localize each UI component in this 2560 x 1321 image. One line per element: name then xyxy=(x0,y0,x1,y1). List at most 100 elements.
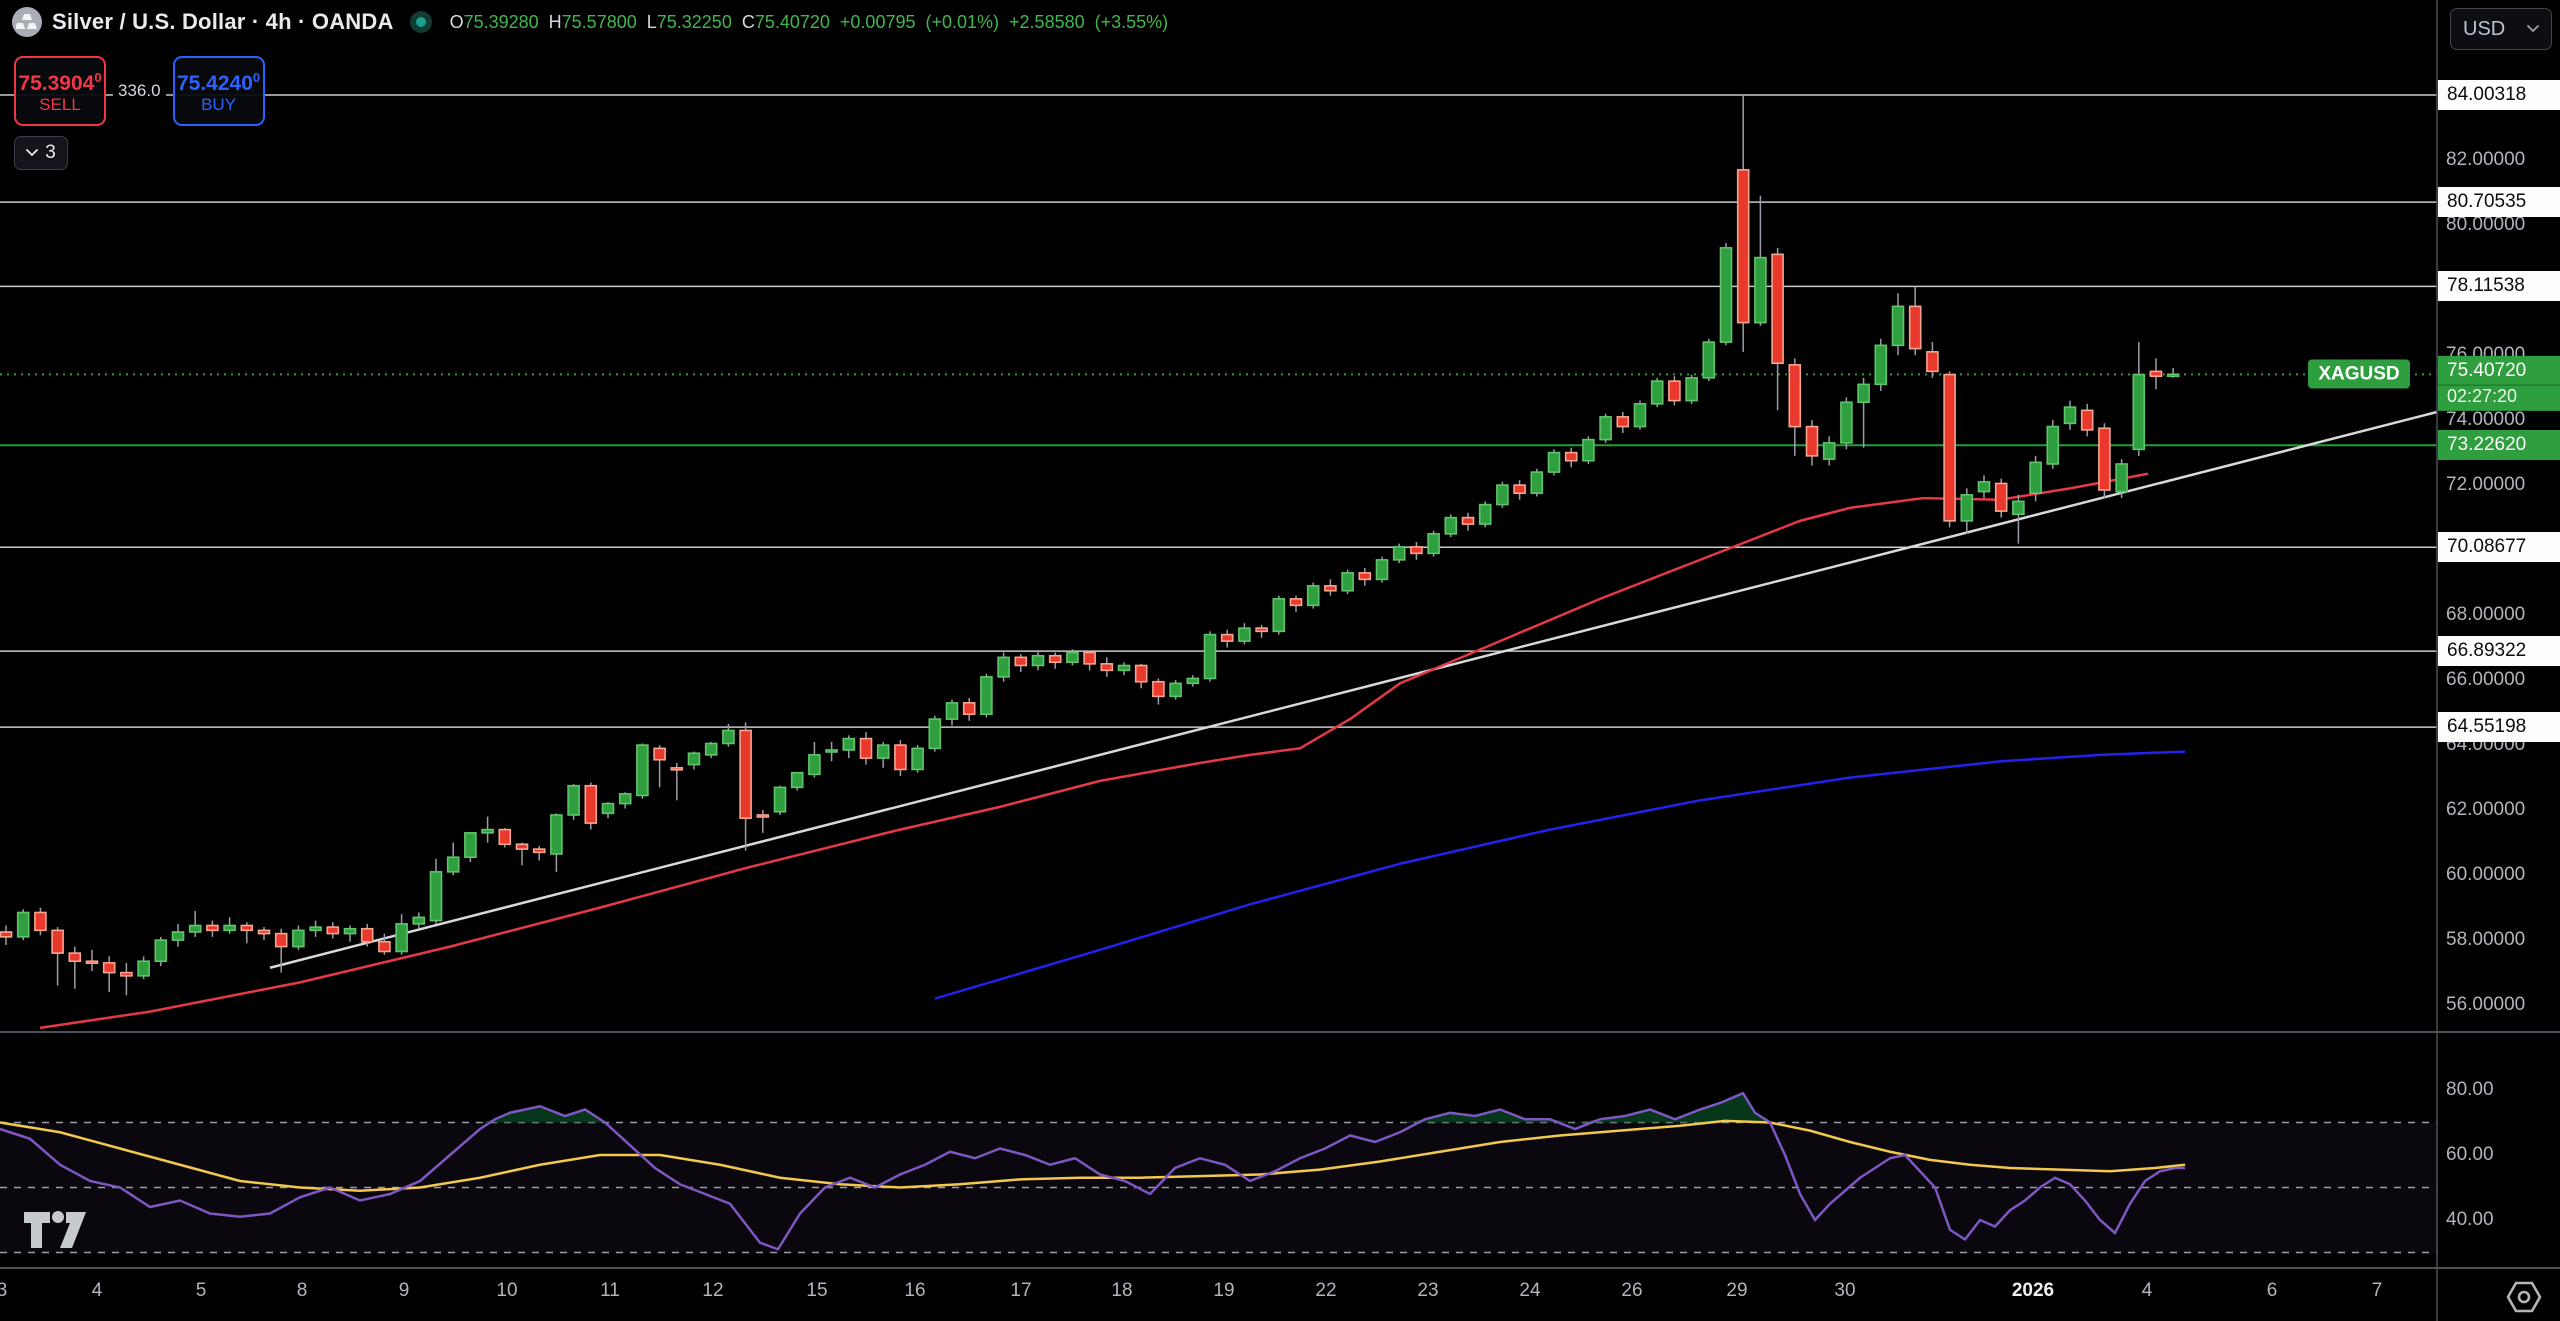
time-axis[interactable]: 3458910111215161718192223242629302026467 xyxy=(0,1268,2560,1321)
change-percent-period: (+3.55%) xyxy=(1095,12,1169,33)
candlestick xyxy=(1187,678,1198,683)
hexagon-settings-icon[interactable] xyxy=(2500,1278,2548,1316)
candlestick xyxy=(620,794,631,804)
candlestick xyxy=(947,703,958,719)
candlestick xyxy=(2099,428,2110,490)
candlestick xyxy=(104,963,115,973)
candlestick xyxy=(1875,345,1886,384)
price-tick-label: 74.00000 xyxy=(2446,409,2525,431)
candlestick xyxy=(1858,384,1869,402)
price-tick-label: 80.00000 xyxy=(2446,214,2525,236)
candlestick xyxy=(1067,652,1078,662)
candlestick xyxy=(775,787,786,811)
ma-blue-line[interactable] xyxy=(935,752,2185,999)
candlestick xyxy=(1635,404,1646,427)
candlestick xyxy=(1428,534,1439,554)
candlestick xyxy=(1583,440,1594,461)
time-label: 26 xyxy=(1621,1280,1642,1302)
buy-button[interactable]: 75.42400 BUY xyxy=(173,56,265,126)
candlestick xyxy=(345,929,356,934)
candlestick xyxy=(1291,599,1302,606)
candlestick xyxy=(1480,505,1491,525)
candlestick xyxy=(2013,501,2024,514)
change-absolute-period: +2.58580 xyxy=(1009,12,1085,33)
candlestick xyxy=(2082,410,2093,430)
price-level-badge: 73.22620 xyxy=(2438,430,2560,460)
candlestick xyxy=(396,924,407,952)
candlestick xyxy=(1394,547,1405,560)
candlestick xyxy=(809,755,820,775)
symbol-title[interactable]: Silver / U.S. Dollar · 4h · OANDA xyxy=(52,9,394,35)
candlestick xyxy=(87,961,98,963)
candlestick xyxy=(1273,599,1284,632)
candlestick xyxy=(1772,254,1783,363)
candlestick xyxy=(1084,652,1095,663)
symbol-header: Silver / U.S. Dollar · 4h · OANDA O75.39… xyxy=(12,7,1168,37)
candlestick xyxy=(1841,402,1852,443)
price-tick-label: 60.00000 xyxy=(2446,864,2525,886)
drawings-count-dropdown[interactable]: 3 xyxy=(14,136,68,170)
price-tick-label: 58.00000 xyxy=(2446,929,2525,951)
time-label: 15 xyxy=(806,1280,827,1302)
time-label: 6 xyxy=(2267,1280,2278,1302)
candlestick xyxy=(52,930,63,953)
market-status-icon[interactable] xyxy=(410,11,432,33)
change-absolute: +0.00795 xyxy=(840,12,916,33)
candlestick xyxy=(1824,443,1835,459)
candlestick xyxy=(1222,635,1233,642)
trendline[interactable] xyxy=(270,412,2437,968)
time-label: 12 xyxy=(702,1280,723,1302)
trade-widget: 75.39040 SELL 336.0 75.42400 BUY xyxy=(14,56,265,126)
candlestick xyxy=(1652,381,1663,404)
candlestick xyxy=(981,677,992,714)
time-label: 11 xyxy=(600,1280,620,1302)
candlestick xyxy=(190,925,201,932)
time-label: 4 xyxy=(2142,1280,2153,1302)
rsi-overbought-fill xyxy=(0,1093,2185,1122)
candlestick xyxy=(293,930,304,946)
candlestick xyxy=(689,753,700,764)
chevron-down-icon xyxy=(2527,25,2539,33)
currency-selector[interactable]: USD xyxy=(2450,8,2552,50)
time-label: 30 xyxy=(1834,1280,1855,1302)
candlestick xyxy=(1996,483,2007,511)
candlestick xyxy=(259,930,270,933)
rsi-tick-label: 40.00 xyxy=(2446,1209,2494,1231)
price-tick-label: 66.00000 xyxy=(2446,669,2525,691)
candlestick xyxy=(1342,573,1353,591)
candlestick xyxy=(861,739,872,759)
candlestick xyxy=(929,719,940,748)
candlestick xyxy=(1325,586,1336,591)
price-tick-label: 72.00000 xyxy=(2446,474,2525,496)
symbol-price-badge: XAGUSD xyxy=(2308,360,2410,389)
candlestick xyxy=(740,730,751,818)
candlestick xyxy=(2030,462,2041,493)
candlestick xyxy=(362,929,373,942)
candlestick xyxy=(1,932,12,937)
candlestick xyxy=(603,804,614,814)
candlestick xyxy=(482,830,493,833)
candlestick xyxy=(1600,417,1611,440)
price-level-badge: 80.70535 xyxy=(2438,187,2560,217)
candlestick xyxy=(568,786,579,815)
candlestick xyxy=(431,872,442,921)
candlestick xyxy=(18,912,29,936)
time-label: 16 xyxy=(904,1280,925,1302)
candlestick xyxy=(310,927,321,930)
candlestick xyxy=(121,973,132,976)
ohlc-readout: O75.39280 H75.57800 L75.32250 C75.40720 … xyxy=(450,12,1169,33)
price-axis[interactable]: 82.0000080.0000076.0000074.0000072.00000… xyxy=(2437,0,2560,1268)
candlestick xyxy=(1703,342,1714,378)
candlestick xyxy=(1566,453,1577,461)
candlestick xyxy=(224,925,235,930)
candlestick xyxy=(1549,453,1560,473)
price-level-badge: 78.11538 xyxy=(2438,271,2560,301)
candlestick xyxy=(1205,635,1216,679)
price-level-badge: 66.89322 xyxy=(2438,636,2560,666)
chart-canvas[interactable] xyxy=(0,0,2560,1321)
candlestick xyxy=(1119,665,1130,670)
spread-value: 336.0 xyxy=(113,79,166,103)
candlestick xyxy=(35,912,46,930)
candlestick xyxy=(654,748,665,759)
sell-button[interactable]: 75.39040 SELL xyxy=(14,56,106,126)
